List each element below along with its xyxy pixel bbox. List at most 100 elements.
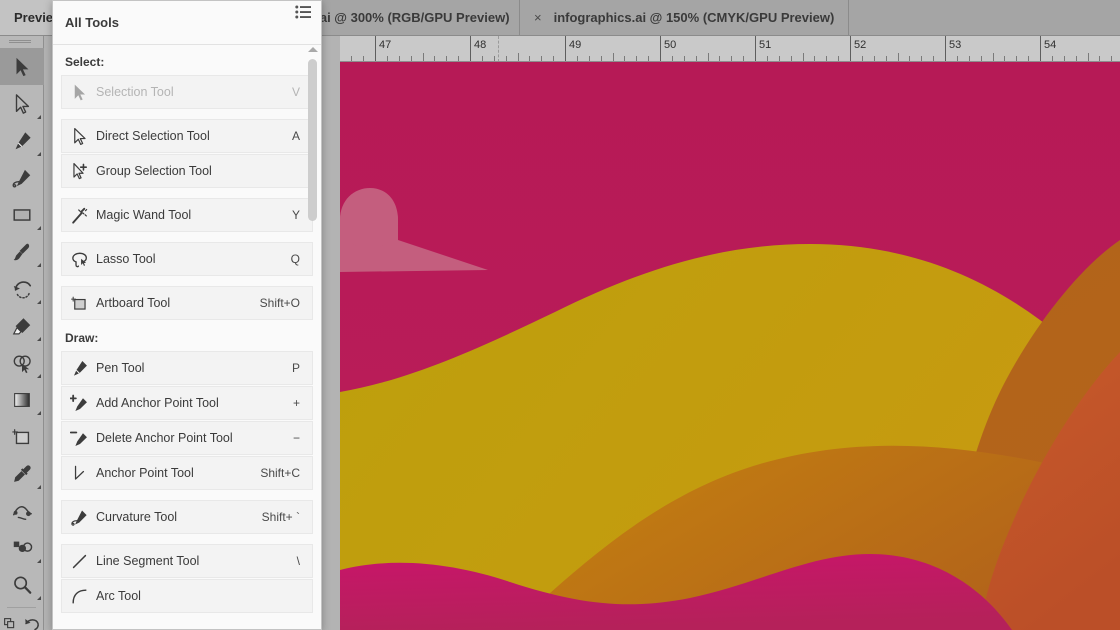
ruler-minor-tick [873, 56, 875, 61]
ruler-major-tick [470, 36, 471, 61]
ruler-minor-tick [493, 56, 495, 61]
undo-button[interactable] [23, 616, 41, 630]
tools-panel[interactable] [0, 36, 44, 630]
artboard-tool-icon [70, 296, 86, 310]
ruler-minor-tick [446, 56, 448, 61]
tool-list-item[interactable]: Anchor Point Tool Shift+C [61, 456, 313, 490]
tool-list-item[interactable]: Arc Tool [61, 579, 313, 613]
toolbar-direct-selection-tool-button[interactable] [0, 85, 44, 122]
ruler-minor-tick [648, 56, 650, 61]
tool-list-item[interactable]: Artboard Tool Shift+O [61, 286, 313, 320]
tool-list-item[interactable]: Pen Tool P [61, 351, 313, 385]
ruler-major-tick [375, 36, 376, 61]
undo-icon [25, 618, 40, 630]
ruler-minor-tick [719, 56, 721, 61]
rectangle-tool-icon [13, 208, 31, 221]
tool-item-label: Magic Wand Tool [96, 208, 192, 222]
edit-toolbar-button[interactable] [2, 616, 20, 630]
ruler-minor-tick [814, 56, 816, 61]
toolbar-shape-builder-tool-button[interactable] [0, 344, 44, 381]
toolbar-zoom-tool-button[interactable] [0, 566, 44, 603]
ruler-minor-tick [386, 56, 388, 61]
ruler-minor-tick [838, 56, 840, 61]
tab-close-icon[interactable]: × [534, 11, 542, 24]
tool-list-item[interactable]: Delete Anchor Point Tool − [61, 421, 313, 455]
horizontal-ruler[interactable]: 47 48 49 50 51 52 53 54 [340, 36, 1120, 62]
tool-list-item[interactable]: Lasso Tool Q [61, 242, 313, 276]
ruler-major-tick [660, 36, 661, 61]
tool-item-label: Anchor Point Tool [96, 466, 194, 480]
tool-item-shortcut: Shift+O [259, 296, 300, 310]
tool-list-item[interactable]: Direct Selection Tool A [61, 119, 313, 153]
flyout-indicator-icon [37, 115, 41, 119]
panel-scrollbar[interactable] [307, 47, 318, 625]
artboard-canvas[interactable] [340, 62, 1120, 630]
tool-item-icon-wrap [62, 552, 96, 571]
tool-item-label: Group Selection Tool [96, 164, 212, 178]
ruler-label: 51 [759, 39, 772, 51]
toolbar-extra-row[interactable] [0, 612, 43, 630]
toolbar-symbol-sprayer-tool-button[interactable] [0, 529, 44, 566]
toolbar-selection-tool-button[interactable] [0, 48, 44, 85]
ruler-label: 53 [949, 39, 962, 51]
ruler-minor-tick [363, 56, 365, 61]
tool-list-item[interactable]: Magic Wand Tool Y [61, 198, 313, 232]
ruler-label: 54 [1044, 39, 1057, 51]
magic-wand-tool-icon [71, 207, 87, 224]
ruler-major-tick [565, 36, 566, 61]
ruler-minor-tick [1087, 53, 1089, 61]
selection-tool-icon [74, 84, 85, 100]
toolbar-eyedropper-tool-button[interactable] [0, 455, 44, 492]
tool-group-gap [53, 535, 321, 544]
toolbar-artboard-tool-button[interactable] [0, 418, 44, 455]
toolbar-blend-tool-button[interactable] [0, 492, 44, 529]
tool-group-gap [53, 277, 321, 286]
eyedropper-tool-icon [14, 464, 31, 482]
all-tools-list[interactable]: Select: Selection Tool V Direct Selection T… [53, 45, 321, 629]
ruler-minor-tick [458, 56, 460, 61]
toolbar-rotate-tool-button[interactable] [0, 270, 44, 307]
tool-group-label: Draw: [65, 331, 99, 345]
toolbar-rectangle-tool-button[interactable] [0, 196, 44, 233]
tool-list-item[interactable]: Line Segment Tool \ [61, 544, 313, 578]
tool-item-icon-wrap [62, 162, 96, 181]
scroll-up-arrow-icon[interactable] [308, 47, 318, 52]
all-tools-panel[interactable]: All Tools Select: Selection Tool V Direct S… [52, 0, 322, 630]
ruler-minor-tick [707, 53, 709, 61]
toolbar-curvature-tool-button[interactable] [0, 159, 44, 196]
ruler-minor-tick [588, 56, 590, 61]
ruler-minor-tick [1016, 56, 1018, 61]
shape-builder-tool-icon [13, 355, 31, 373]
panel-menu-icon[interactable] [295, 5, 311, 19]
ruler-major-tick [755, 36, 756, 61]
tools-panel-grip[interactable] [0, 36, 43, 48]
paintbrush-tool-icon [13, 243, 30, 260]
ruler-minor-tick [861, 56, 863, 61]
ruler-minor-tick [398, 56, 400, 61]
ruler-minor-tick [600, 56, 602, 61]
blend-tool-icon [13, 505, 32, 520]
tool-list-item[interactable]: Curvature Tool Shift+ ` [61, 500, 313, 534]
ruler-minor-tick [434, 56, 436, 61]
flyout-indicator-icon [37, 374, 41, 378]
ruler-minor-tick [802, 53, 804, 61]
tool-item-label: Artboard Tool [96, 296, 171, 310]
ruler-minor-tick [422, 53, 424, 61]
ruler-minor-tick [909, 56, 911, 61]
document-tab[interactable]: × infographics.ai @ 150% (CMYK/GPU Previe… [520, 0, 850, 35]
tool-group-gap [53, 189, 321, 198]
toolbar-eraser-tool-button[interactable] [0, 307, 44, 344]
ruler-minor-tick [826, 56, 828, 61]
scrollbar-thumb[interactable] [308, 59, 317, 221]
toolbar-gradient-tool-button[interactable] [0, 381, 44, 418]
lasso-tool-icon [71, 252, 87, 267]
toolbar-pen-tool-button[interactable] [0, 122, 44, 159]
tool-list-item[interactable]: Add Anchor Point Tool + [61, 386, 313, 420]
tool-list-item[interactable]: Group Selection Tool [61, 154, 313, 188]
ruler-minor-tick [778, 56, 780, 61]
ruler-label: 47 [379, 39, 392, 51]
toolbar-paintbrush-tool-button[interactable] [0, 233, 44, 270]
artwork-svg [340, 62, 1120, 630]
ruler-minor-tick [517, 53, 519, 61]
selection-tool-icon [16, 57, 29, 76]
